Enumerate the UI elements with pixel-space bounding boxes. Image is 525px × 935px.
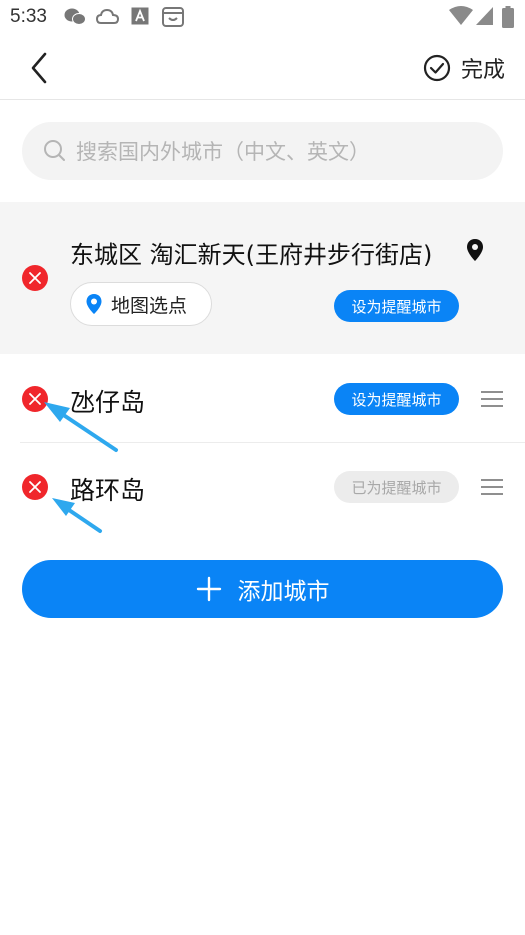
current-location-title: 东城区 淘汇新天(王府井步行街店) [70, 241, 433, 269]
set-reminder-city-button[interactable]: 设为提醒城市 [334, 290, 459, 322]
wifi-icon [449, 6, 473, 25]
reminder-city-status: 已为提醒城市 [334, 471, 459, 503]
map-pick-label: 地图选点 [111, 294, 188, 317]
map-pin-icon [86, 294, 102, 314]
remove-city-button[interactable] [22, 474, 48, 500]
remove-current-location-button[interactable] [22, 265, 48, 291]
annotation-arrow-icon [52, 498, 102, 533]
plus-icon [196, 576, 221, 602]
chevron-left-icon [31, 52, 47, 84]
done-label: 完成 [460, 58, 505, 83]
close-icon [29, 272, 41, 284]
add-city-button[interactable]: 添加城市 [22, 560, 503, 618]
drag-handle-icon[interactable] [481, 479, 503, 495]
check-circle-icon [423, 54, 451, 82]
set-reminder-city-button[interactable]: 设为提醒城市 [334, 383, 459, 415]
status-time: 5:33 [10, 6, 47, 27]
font-a-icon [131, 7, 149, 25]
location-pin-icon [467, 239, 483, 261]
annotation-arrow-icon [44, 402, 118, 452]
header: 完成 [0, 34, 525, 100]
search-input[interactable]: 搜索国内外城市（中文、英文） [22, 122, 503, 180]
status-bar: 5:33 [0, 0, 525, 34]
map-pick-button[interactable]: 地图选点 [70, 282, 212, 326]
wechat-icon [64, 8, 86, 25]
search-placeholder: 搜索国内外城市（中文、英文） [76, 140, 370, 164]
weather-cloud-icon [96, 8, 120, 24]
signal-icon [476, 7, 493, 25]
drag-handle-icon[interactable] [481, 391, 503, 407]
done-button[interactable]: 完成 [423, 48, 505, 88]
search-icon [44, 140, 65, 161]
battery-icon [502, 6, 514, 28]
smile-bag-icon [162, 7, 184, 27]
current-location-card: 东城区 淘汇新天(王府井步行街店) 地图选点 设为提醒城市 [0, 202, 525, 354]
add-city-label: 添加城市 [237, 579, 330, 605]
back-button[interactable] [22, 48, 56, 88]
close-icon [29, 481, 41, 493]
